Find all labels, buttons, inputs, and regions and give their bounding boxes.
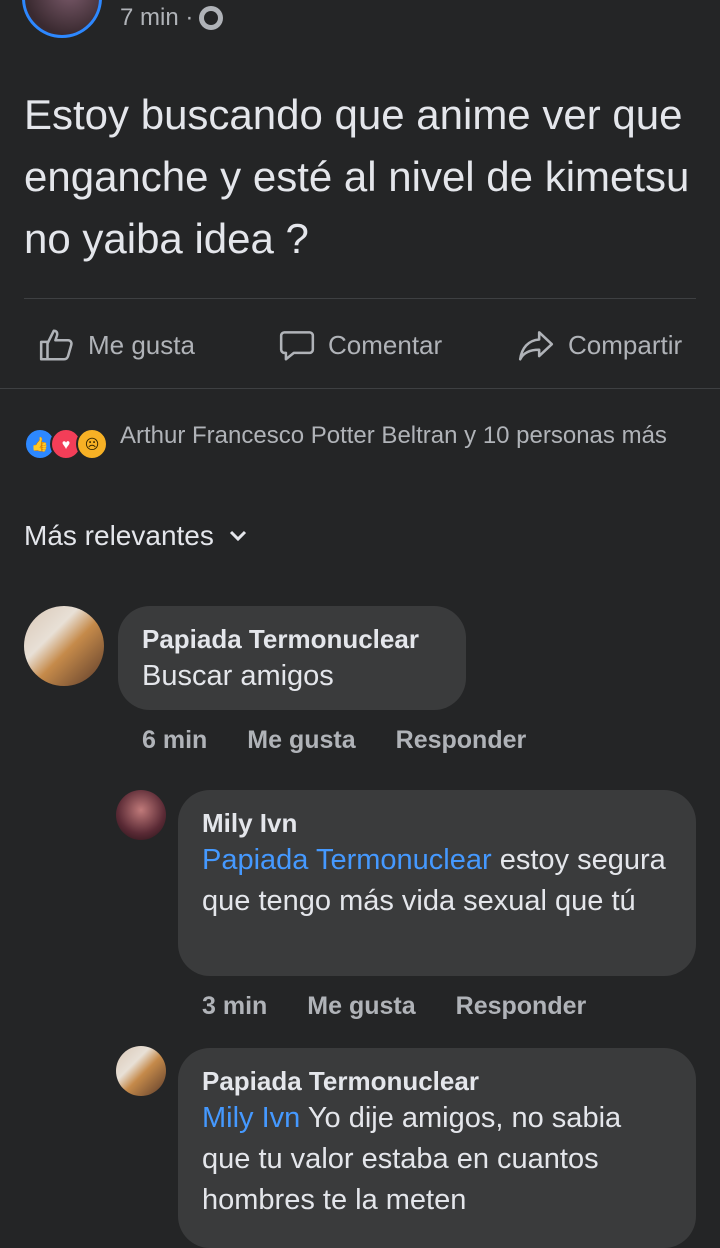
divider	[0, 388, 720, 389]
sort-label: Más relevantes	[24, 520, 214, 551]
post-meta: 7 min ·	[120, 4, 224, 32]
reply-author[interactable]: Mily Ivn	[202, 806, 672, 840]
comment-label: Comentar	[328, 329, 443, 360]
comment-icon	[279, 331, 315, 361]
reactions-text: Arthur Francesco Potter Beltran y 10 per…	[120, 422, 667, 449]
share-icon	[518, 331, 554, 361]
reactions-summary[interactable]: 👍 ♥ ☹ Arthur Francesco Potter Beltran y …	[24, 420, 704, 460]
comment-sort-dropdown[interactable]: Más relevantes	[24, 520, 248, 552]
share-button[interactable]: Compartir	[516, 326, 682, 364]
reply-bubble: Papiada Termonuclear Mily Ivn Yo dije am…	[178, 1048, 696, 1248]
comment-meta: 6 min Me gusta Responder	[142, 726, 526, 755]
reply-text: Mily Ivn Yo dije amigos, no sabia que tu…	[202, 1098, 672, 1221]
comment-like-button[interactable]: Me gusta	[247, 726, 355, 755]
avatar[interactable]	[116, 1046, 166, 1096]
like-button[interactable]: Me gusta	[38, 326, 195, 364]
reply-time[interactable]: 3 min	[202, 992, 267, 1021]
mention-link[interactable]: Mily Ivn	[202, 1102, 300, 1134]
comment-reply-button[interactable]: Responder	[396, 726, 527, 755]
reply-author[interactable]: Papiada Termonuclear	[202, 1064, 672, 1098]
avatar[interactable]	[116, 790, 166, 840]
reply-meta: 3 min Me gusta Responder	[202, 992, 586, 1021]
avatar[interactable]	[24, 606, 104, 686]
globe-icon	[199, 6, 224, 30]
post-time: 7 min ·	[120, 4, 194, 31]
sad-reaction-icon: ☹	[76, 428, 108, 460]
comment-bubble: Papiada Termonuclear Buscar amigos	[118, 606, 466, 710]
comment-author[interactable]: Papiada Termonuclear	[142, 622, 442, 656]
like-label: Me gusta	[88, 329, 195, 360]
author-avatar[interactable]	[22, 0, 102, 38]
thumbs-up-icon	[39, 329, 73, 361]
reply-bubble: Mily Ivn Papiada Termonuclear estoy segu…	[178, 790, 696, 976]
mention-link[interactable]: Papiada Termonuclear	[202, 844, 492, 876]
comment-button[interactable]: Comentar	[278, 326, 442, 364]
reaction-icons: 👍 ♥ ☹	[24, 428, 108, 460]
reply-reply-button[interactable]: Responder	[456, 992, 587, 1021]
reply-text: Papiada Termonuclear estoy segura que te…	[202, 840, 672, 922]
comment-text: Buscar amigos	[142, 660, 334, 692]
post-text: Estoy buscando que anime ver que enganch…	[24, 91, 690, 262]
reply-like-button[interactable]: Me gusta	[307, 992, 415, 1021]
divider	[24, 298, 696, 299]
chevron-down-icon	[229, 530, 246, 542]
share-label: Compartir	[568, 329, 683, 360]
comment-time[interactable]: 6 min	[142, 726, 207, 755]
